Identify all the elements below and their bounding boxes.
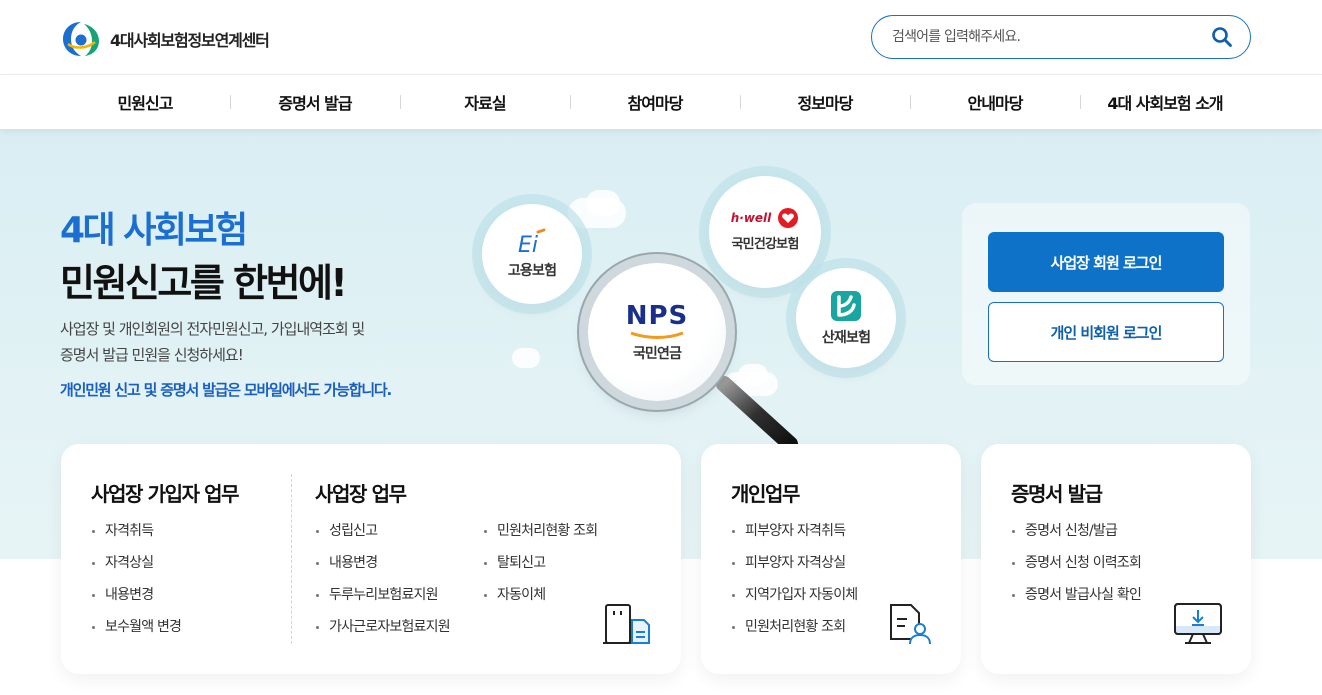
list-item[interactable]: 자격상실 xyxy=(91,553,181,585)
nav-item-participation[interactable]: 참여마당 xyxy=(570,75,740,129)
employment-insurance-badge[interactable]: Ei 고용보험 xyxy=(482,204,582,304)
certificate-list: 증명서 신청/발급 증명서 신청 이력조회 증명서 발급사실 확인 xyxy=(1011,521,1142,617)
personal-services-card: 개인업무 피부양자 자격취득 피부양자 자격상실 지역가입자 자동이체 민원처리… xyxy=(701,444,961,674)
heart-icon xyxy=(778,207,799,228)
business-login-button[interactable]: 사업장 회원 로그인 xyxy=(988,232,1224,292)
employment-insurance-logo-icon: Ei xyxy=(518,228,546,256)
search-icon[interactable] xyxy=(1210,25,1234,49)
cloud-decoration xyxy=(512,348,540,368)
building-document-icon xyxy=(603,604,650,644)
hero-description: 사업장 및 개인회원의 전자민원신고, 가입내역조회 및 증명서 발급 민원을 … xyxy=(60,316,460,368)
industrial-insurance-label: 산재보험 xyxy=(821,330,871,346)
list-item[interactable]: 성립신고 xyxy=(315,521,450,553)
national-pension-logo-text: NPS xyxy=(625,301,689,331)
magnifier-handle-icon xyxy=(702,362,798,450)
workplace-tasks-title: 사업장 업무 xyxy=(315,482,407,506)
certificate-title: 증명서 발급 xyxy=(1011,482,1103,506)
logo-text: 4대사회보험정보연계센터 xyxy=(110,31,270,50)
list-item[interactable]: 피부양자 자격취득 xyxy=(731,521,857,553)
list-item[interactable]: 자격취득 xyxy=(91,521,181,553)
search-box xyxy=(871,15,1251,59)
nav-item-about[interactable]: 4대 사회보험 소개 xyxy=(1080,75,1250,129)
hero-description-line1: 사업장 및 개인회원의 전자민원신고, 가입내역조회 및 xyxy=(60,320,365,338)
nav-item-guide[interactable]: 안내마당 xyxy=(910,75,1080,129)
certificate-card: 증명서 발급 증명서 신청/발급 증명서 신청 이력조회 증명서 발급사실 확인 xyxy=(981,444,1251,674)
list-item[interactable]: 지역가입자 자동이체 xyxy=(731,585,858,617)
industrial-insurance-badge[interactable]: 산재보험 xyxy=(796,268,896,368)
list-item[interactable]: 가사근로자보험료지원 xyxy=(315,617,451,649)
employment-insurance-label: 고용보험 xyxy=(507,263,557,279)
svg-text:Ei: Ei xyxy=(518,233,538,256)
monitor-download-icon xyxy=(1174,603,1222,644)
person-document-icon xyxy=(890,604,931,645)
personal-login-button[interactable]: 개인 비회원 로그인 xyxy=(988,302,1224,362)
subscriber-tasks-list: 자격취득 자격상실 내용변경 보수월액 변경 xyxy=(91,521,182,649)
site-logo[interactable]: 4대사회보험정보연계센터 xyxy=(60,18,270,60)
main-nav: 민원신고 증명서 발급 자료실 참여마당 정보마당 안내마당 4대 사회보험 소… xyxy=(0,75,1322,129)
list-item[interactable]: 두루누리보험료지원 xyxy=(315,585,450,617)
industrial-insurance-logo-icon xyxy=(831,291,861,321)
national-pension-label: 국민연금 xyxy=(632,346,682,362)
list-item[interactable]: 내용변경 xyxy=(91,585,181,617)
health-insurance-badge[interactable]: h·well 국민건강보험 xyxy=(709,176,821,288)
list-item[interactable]: 증명서 신청/발급 xyxy=(1011,521,1141,553)
nav-item-complaint[interactable]: 민원신고 xyxy=(60,75,230,129)
hero-title: 민원신고를 한번에! xyxy=(60,261,348,305)
personal-tasks-title: 개인업무 xyxy=(731,482,800,506)
health-insurance-logo-text: h·well xyxy=(730,210,772,225)
nav-item-library[interactable]: 자료실 xyxy=(400,75,570,129)
search-input[interactable] xyxy=(892,26,1192,48)
national-pension-badge[interactable]: NPS 국민연금 xyxy=(588,263,726,401)
list-item[interactable]: 증명서 신청 이력조회 xyxy=(1011,553,1142,585)
personal-tasks-list: 피부양자 자격취득 피부양자 자격상실 지역가입자 자동이체 민원처리현황 조회 xyxy=(731,521,858,649)
list-item[interactable]: 증명서 발급사실 확인 xyxy=(1011,585,1142,617)
site-header: 4대사회보험정보연계센터 xyxy=(0,0,1322,75)
hero-description-line2: 증명서 발급 민원을 신청하세요! xyxy=(60,346,244,364)
list-item[interactable]: 탈퇴신고 xyxy=(483,553,597,585)
workplace-tasks-list-col2: 민원처리현황 조회 탈퇴신고 자동이체 xyxy=(483,521,598,617)
logo-emblem-icon xyxy=(63,22,99,56)
list-item[interactable]: 자동이체 xyxy=(483,585,597,617)
health-insurance-label: 국민건강보험 xyxy=(731,236,800,252)
list-item[interactable]: 보수월액 변경 xyxy=(91,617,182,649)
hero-title-accent: 4대 사회보험 xyxy=(60,210,248,251)
card-divider xyxy=(291,474,292,644)
cloud-decoration xyxy=(586,190,620,216)
mobile-notice: 개인민원 신고 및 증명서 발급은 모바일에서도 가능합니다. xyxy=(60,381,392,399)
nav-item-certificate[interactable]: 증명서 발급 xyxy=(230,75,400,129)
nav-item-info[interactable]: 정보마당 xyxy=(740,75,910,129)
workplace-tasks-list-col1: 성립신고 내용변경 두루누리보험료지원 가사근로자보험료지원 xyxy=(315,521,451,649)
subscriber-tasks-title: 사업장 가입자 업무 xyxy=(91,482,240,506)
workplace-services-card: 사업장 가입자 업무 자격취득 자격상실 내용변경 보수월액 변경 사업장 업무… xyxy=(61,444,681,674)
list-item[interactable]: 내용변경 xyxy=(315,553,450,585)
list-item[interactable]: 민원처리현황 조회 xyxy=(483,521,598,553)
list-item[interactable]: 민원처리현황 조회 xyxy=(731,617,857,649)
pension-swoosh-icon xyxy=(630,331,684,339)
list-item[interactable]: 피부양자 자격상실 xyxy=(731,553,857,585)
